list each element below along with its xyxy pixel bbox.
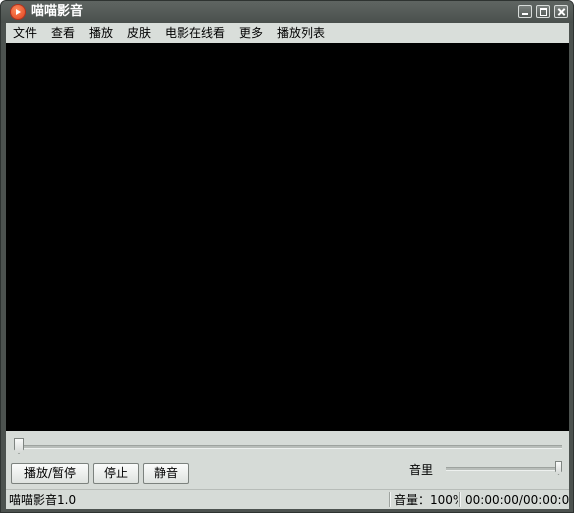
app-version-text: 喵喵影音1.0 bbox=[9, 493, 77, 507]
play-pause-button[interactable]: 播放/暂停 bbox=[11, 463, 89, 484]
mute-button[interactable]: 静音 bbox=[143, 463, 189, 484]
window-title: 喵喵影音 bbox=[31, 4, 84, 19]
stop-button[interactable]: 停止 bbox=[93, 463, 139, 484]
volume-label: 音里 bbox=[409, 463, 434, 477]
title-bar[interactable]: 喵喵影音 bbox=[1, 1, 573, 23]
menu-view[interactable]: 查看 bbox=[51, 25, 75, 41]
status-bar: 喵喵影音1.0 音量：100% 00:00:00/00:00:00 bbox=[6, 489, 569, 509]
volume-status-text: 音量：100% bbox=[394, 493, 458, 507]
video-area[interactable] bbox=[6, 43, 569, 431]
status-divider bbox=[389, 492, 390, 507]
menu-bar: 文件 查看 播放 皮肤 电影在线看 更多 播放列表 bbox=[6, 23, 569, 43]
control-panel: 播放/暂停 停止 静音 音里 bbox=[6, 431, 569, 489]
menu-more[interactable]: 更多 bbox=[239, 25, 263, 41]
menu-playlist[interactable]: 播放列表 bbox=[277, 25, 325, 41]
volume-slider-thumb[interactable] bbox=[555, 461, 562, 475]
status-divider bbox=[459, 492, 460, 507]
menu-movies-online[interactable]: 电影在线看 bbox=[165, 25, 225, 41]
maximize-icon[interactable] bbox=[536, 5, 550, 18]
menu-file[interactable]: 文件 bbox=[13, 25, 37, 41]
play-circle-icon bbox=[11, 5, 25, 19]
player-window: 喵喵影音 文件 查看 播放 皮肤 电影在线看 更多 播放列表 播放/暂停 停止 … bbox=[0, 0, 574, 513]
time-display: 00:00:00/00:00:00 bbox=[465, 493, 569, 507]
close-icon[interactable] bbox=[554, 5, 568, 18]
seek-slider[interactable] bbox=[18, 445, 562, 449]
menu-play[interactable]: 播放 bbox=[89, 25, 113, 41]
volume-slider[interactable] bbox=[446, 467, 560, 471]
seek-slider-thumb[interactable] bbox=[14, 438, 24, 454]
menu-skin[interactable]: 皮肤 bbox=[127, 25, 151, 41]
minimize-icon[interactable] bbox=[518, 5, 532, 18]
